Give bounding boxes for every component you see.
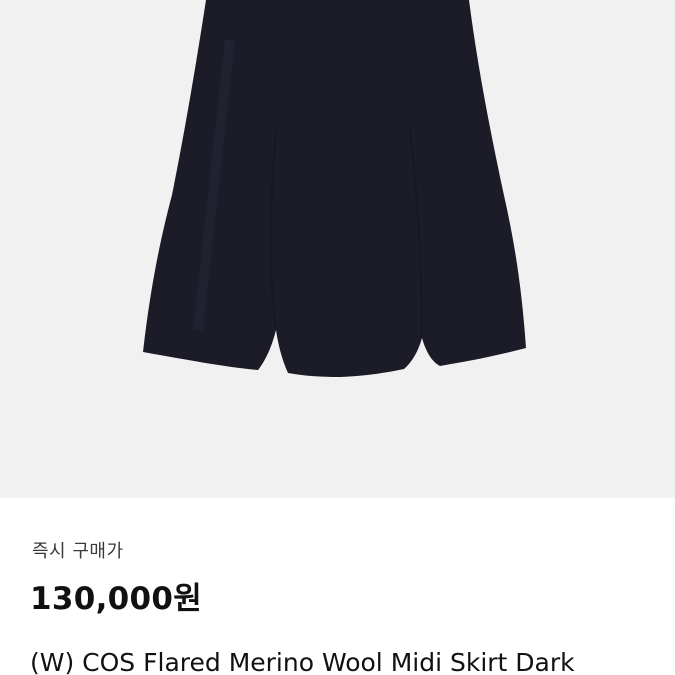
instant-price-value: 130,000원 <box>30 581 203 617</box>
product-image[interactable] <box>0 0 675 498</box>
instant-price-label: 즉시 구매가 <box>32 541 124 562</box>
skirt-illustration <box>143 0 526 377</box>
product-title[interactable]: (W) COS Flared Merino Wool Midi Skirt Da… <box>30 648 660 675</box>
product-page: 즉시 구매가 130,000원 (W) COS Flared Merino Wo… <box>0 0 675 675</box>
product-info-panel: 즉시 구매가 130,000원 (W) COS Flared Merino Wo… <box>0 498 675 675</box>
